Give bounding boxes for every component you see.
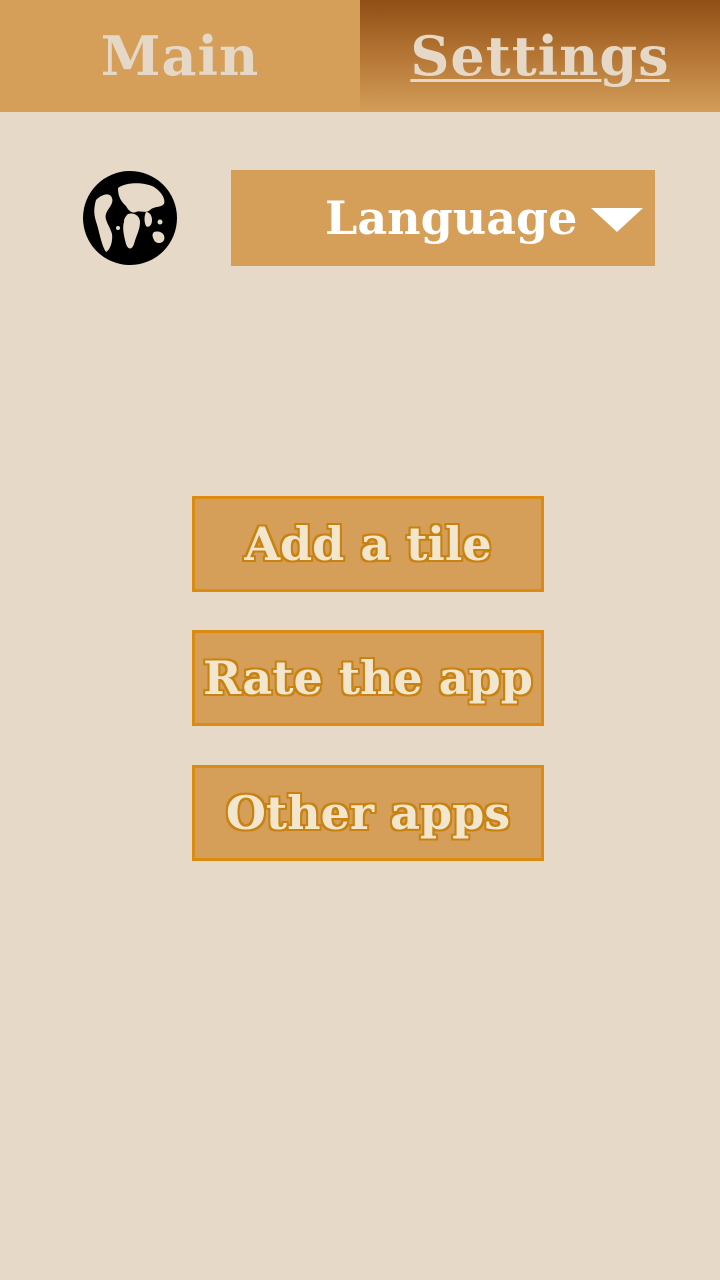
language-dropdown[interactable]: Language bbox=[231, 170, 655, 266]
rate-app-label: Rate the app bbox=[203, 651, 533, 705]
tab-main[interactable]: Main bbox=[0, 0, 360, 112]
language-label: Language bbox=[325, 191, 578, 245]
other-apps-button[interactable]: Other apps bbox=[192, 765, 544, 861]
tab-settings-label: Settings bbox=[410, 24, 670, 88]
tab-main-label: Main bbox=[100, 24, 260, 88]
add-tile-label: Add a tile bbox=[244, 517, 492, 571]
add-tile-button[interactable]: Add a tile bbox=[192, 496, 544, 592]
tab-settings[interactable]: Settings bbox=[360, 0, 720, 112]
rate-app-button[interactable]: Rate the app bbox=[192, 630, 544, 726]
dropdown-arrow-icon bbox=[591, 208, 643, 232]
other-apps-label: Other apps bbox=[225, 786, 511, 840]
globe-icon bbox=[83, 171, 177, 265]
tab-bar: Main Settings bbox=[0, 0, 720, 112]
